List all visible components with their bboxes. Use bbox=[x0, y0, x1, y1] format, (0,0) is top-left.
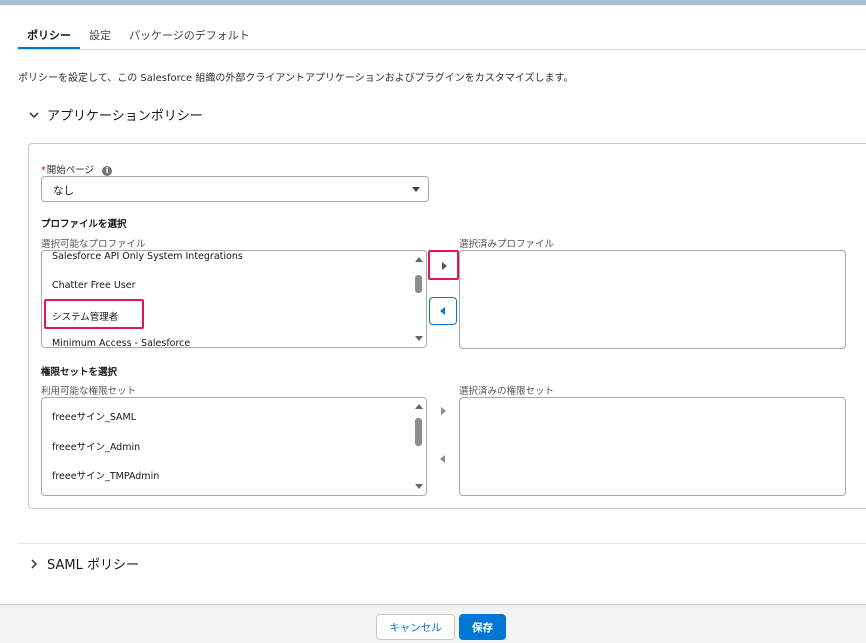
tab-bar: ポリシー 設定 パッケージのデフォルト bbox=[18, 14, 259, 50]
page-description: ポリシーを設定して、この Salesforce 組織の外部クライアントアプリケー… bbox=[18, 73, 574, 84]
available-permission-sets-label: 利用可能な権限セット bbox=[41, 386, 137, 397]
move-left-icon bbox=[440, 455, 445, 463]
permission-sets-heading: 権限セットを選択 bbox=[41, 367, 118, 378]
profiles-heading: プロファイルを選択 bbox=[41, 219, 127, 230]
chevron-down-icon bbox=[412, 187, 420, 192]
info-icon[interactable]: i bbox=[102, 165, 113, 176]
tab-policy[interactable]: ポリシー bbox=[18, 14, 80, 49]
list-item[interactable]: Chatter Free User bbox=[52, 280, 136, 291]
section-divider bbox=[18, 543, 866, 544]
required-marker: * bbox=[41, 165, 46, 176]
list-item[interactable]: Minimum Access - Salesforce bbox=[52, 338, 190, 347]
list-item[interactable]: freeeサイン_Admin bbox=[52, 439, 140, 453]
tab-package-defaults[interactable]: パッケージのデフォルト bbox=[120, 14, 259, 50]
app-policy-section-title: アプリケーションポリシー bbox=[47, 109, 203, 124]
selection-highlight bbox=[44, 299, 144, 329]
selected-permission-sets-listbox[interactable] bbox=[459, 397, 846, 496]
move-left-button[interactable] bbox=[429, 297, 457, 325]
available-permission-sets-listbox[interactable]: freeeサイン_SAML freeeサイン_Admin freeeサイン_TM… bbox=[41, 397, 427, 496]
saml-policy-section-title: SAML ポリシー bbox=[47, 558, 139, 573]
scrollbar[interactable] bbox=[414, 253, 424, 345]
cancel-button[interactable]: キャンセル bbox=[376, 614, 455, 640]
start-page-value: なし bbox=[53, 185, 74, 197]
selected-profiles-label: 選択済みプロファイル bbox=[459, 239, 555, 250]
start-page-select[interactable]: なし bbox=[41, 176, 429, 202]
chevron-right-icon bbox=[31, 558, 38, 569]
footer-bar: キャンセル 保存 bbox=[0, 604, 866, 643]
move-right-button[interactable] bbox=[428, 250, 459, 280]
selected-permission-sets-label: 選択済みの権限セット bbox=[459, 386, 555, 397]
move-right-icon bbox=[441, 407, 446, 415]
scroll-down-icon[interactable] bbox=[415, 484, 423, 489]
list-item[interactable]: freeeサイン_TMPAdmin bbox=[52, 468, 159, 482]
list-item[interactable]: freeeサイン_SAML bbox=[52, 409, 136, 423]
start-page-label: *開始ページ i bbox=[41, 162, 113, 176]
app-policy-section-toggle[interactable]: アプリケーションポリシー bbox=[27, 105, 203, 124]
move-right-button[interactable] bbox=[436, 404, 450, 418]
available-profiles-label: 選択可能なプロファイル bbox=[41, 239, 146, 250]
scroll-up-icon[interactable] bbox=[415, 404, 423, 409]
start-page-label-text: 開始ページ bbox=[46, 165, 95, 176]
scroll-down-icon[interactable] bbox=[415, 336, 423, 341]
move-left-button[interactable] bbox=[436, 452, 450, 466]
scrollbar-thumb[interactable] bbox=[415, 418, 422, 446]
saml-policy-section-toggle[interactable]: SAML ポリシー bbox=[27, 554, 139, 573]
scrollbar-thumb[interactable] bbox=[415, 275, 422, 293]
scrollbar[interactable] bbox=[414, 400, 424, 493]
tabs-divider bbox=[18, 49, 866, 50]
tab-settings[interactable]: 設定 bbox=[80, 14, 120, 50]
scroll-up-icon[interactable] bbox=[415, 257, 423, 262]
move-left-icon bbox=[440, 307, 445, 315]
move-right-icon bbox=[442, 262, 447, 270]
chevron-down-icon bbox=[29, 111, 39, 118]
top-bar bbox=[0, 0, 866, 5]
save-button[interactable]: 保存 bbox=[459, 614, 506, 640]
list-item[interactable]: Salesforce API Only System Integrations bbox=[52, 251, 243, 262]
selected-profiles-listbox[interactable] bbox=[459, 250, 846, 349]
